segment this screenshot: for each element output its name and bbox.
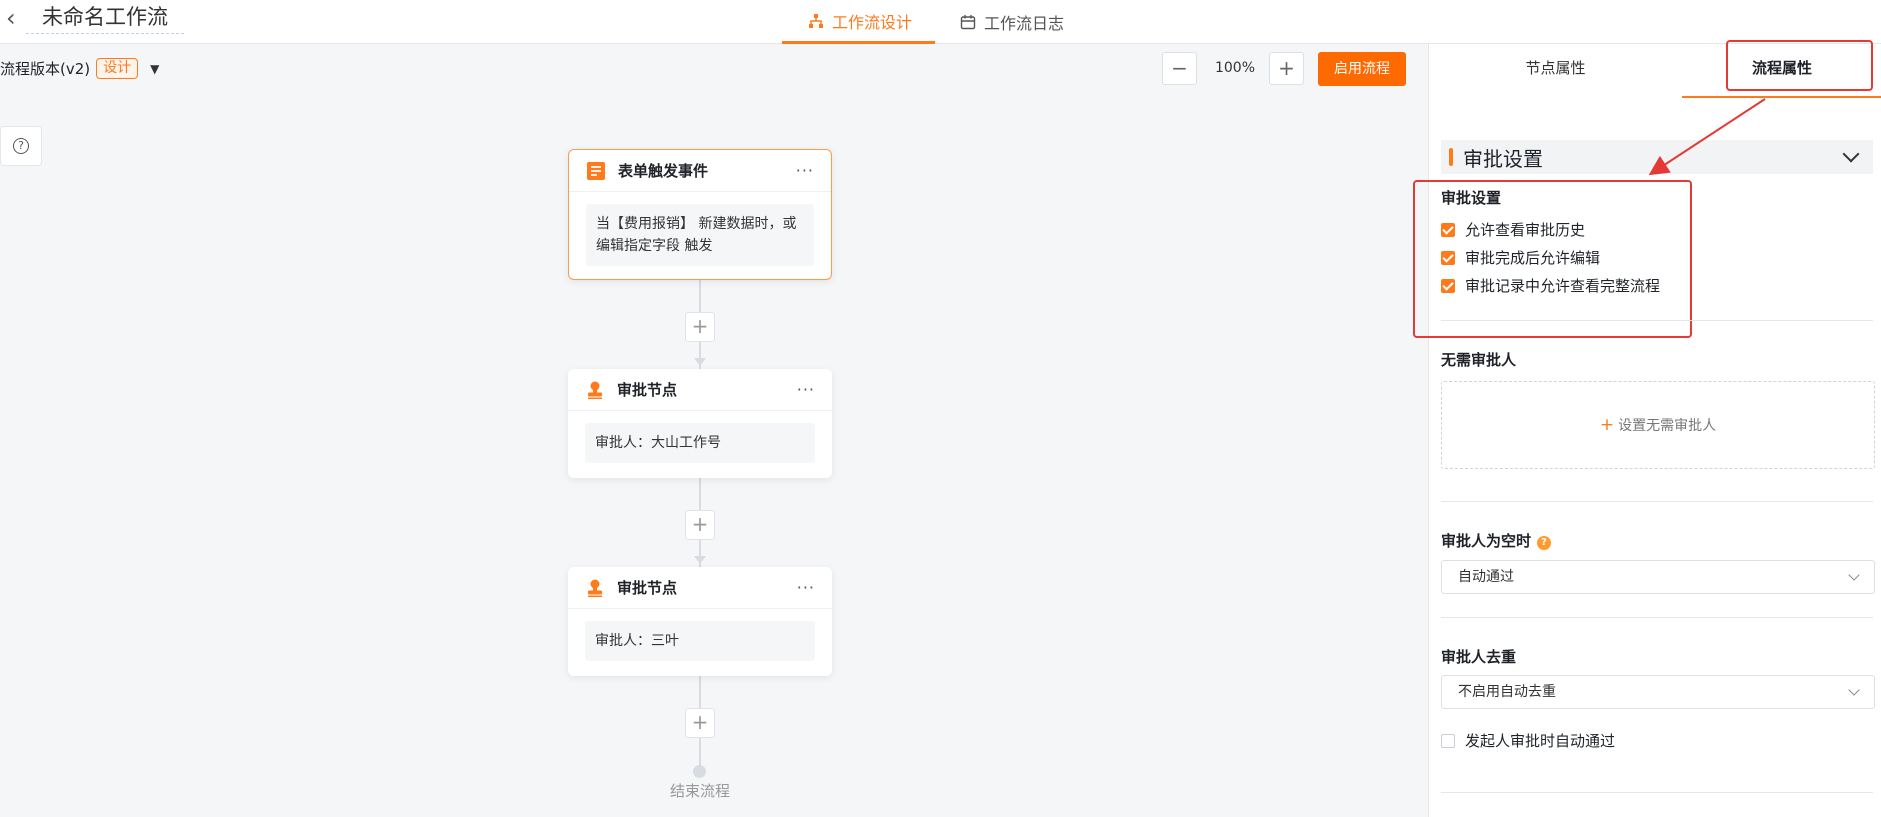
- annotation-arrow: [1648, 98, 1766, 176]
- arrow-line: [1648, 98, 1766, 176]
